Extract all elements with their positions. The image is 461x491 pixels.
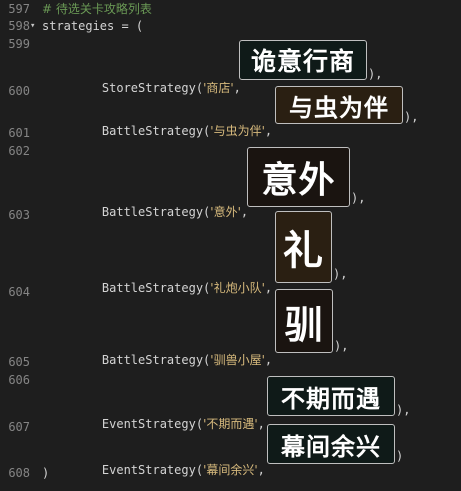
close-paren: ), [333, 267, 348, 281]
close-paren: ) [396, 449, 404, 463]
close-paren: ), [334, 339, 349, 353]
separator: , [240, 205, 256, 219]
code-line: EventStrategy('幕间余兴', [73, 449, 272, 491]
separator: , [257, 463, 273, 477]
string-arg: '不期而遇' [203, 417, 258, 431]
line-number: 599 [8, 37, 30, 51]
code-line: StoreStrategy('商店', [73, 67, 248, 109]
inline-image-tag: 驯 [275, 289, 333, 353]
code-comment: # 待选关卡攻略列表 [42, 2, 152, 16]
line-number: 604 [8, 285, 30, 299]
line-number: 605 [8, 355, 30, 369]
call-name: EventStrategy( [101, 463, 204, 477]
line-number: 600 [8, 84, 30, 98]
close-paren: ), [404, 110, 419, 124]
line-number: 603 [8, 208, 30, 222]
inline-image-tag: 意外 [247, 147, 350, 207]
code-line: BattleStrategy('与虫为伴', [73, 110, 279, 152]
code-line: ) [42, 466, 50, 480]
fold-arrow-icon[interactable]: ▾ [30, 19, 35, 33]
line-number: 598 [8, 19, 30, 33]
line-number: 597 [8, 2, 30, 16]
separator: , [233, 81, 249, 95]
string-arg: '礼炮小队' [210, 281, 265, 295]
string-arg: '驯兽小屋' [210, 353, 265, 367]
code-line: EventStrategy('不期而遇', [73, 403, 272, 445]
call-name: BattleStrategy( [101, 124, 211, 138]
line-number: 607 [8, 420, 30, 434]
string-arg: '与虫为伴' [210, 124, 265, 138]
call-name: StoreStrategy( [101, 81, 204, 95]
inline-image-tag: 与虫为伴 [275, 86, 403, 124]
inline-image-tag: 不期而遇 [267, 376, 395, 416]
inline-image-tag: 幕间余兴 [267, 424, 395, 464]
string-arg: '意外' [210, 205, 241, 219]
call-name: BattleStrategy( [101, 281, 211, 295]
close-paren: ), [351, 191, 366, 205]
code-line: BattleStrategy('驯兽小屋', [73, 339, 279, 381]
string-arg: '幕间余兴' [203, 463, 258, 477]
code-line: BattleStrategy('礼炮小队', [73, 267, 279, 309]
code-line: strategies = ( [42, 19, 144, 33]
code-line: BattleStrategy('意外', [73, 191, 255, 233]
close-paren: ), [396, 403, 411, 417]
separator: , [264, 124, 280, 138]
call-name: BattleStrategy( [101, 353, 211, 367]
inline-image-tag: 诡意行商 [239, 40, 367, 80]
line-number: 602 [8, 144, 30, 158]
close-paren: ), [368, 67, 383, 81]
call-name: EventStrategy( [101, 417, 204, 431]
call-name: BattleStrategy( [101, 205, 211, 219]
line-number: 606 [8, 373, 30, 387]
string-arg: '商店' [203, 81, 234, 95]
inline-image-tag: 礼 [275, 211, 332, 283]
separator: , [264, 353, 280, 367]
line-number: 601 [8, 126, 30, 140]
code-editor[interactable]: 597 # 待选关卡攻略列表 598 ▾ strategies = ( 599 … [0, 0, 461, 484]
line-number: 608 [8, 466, 30, 480]
